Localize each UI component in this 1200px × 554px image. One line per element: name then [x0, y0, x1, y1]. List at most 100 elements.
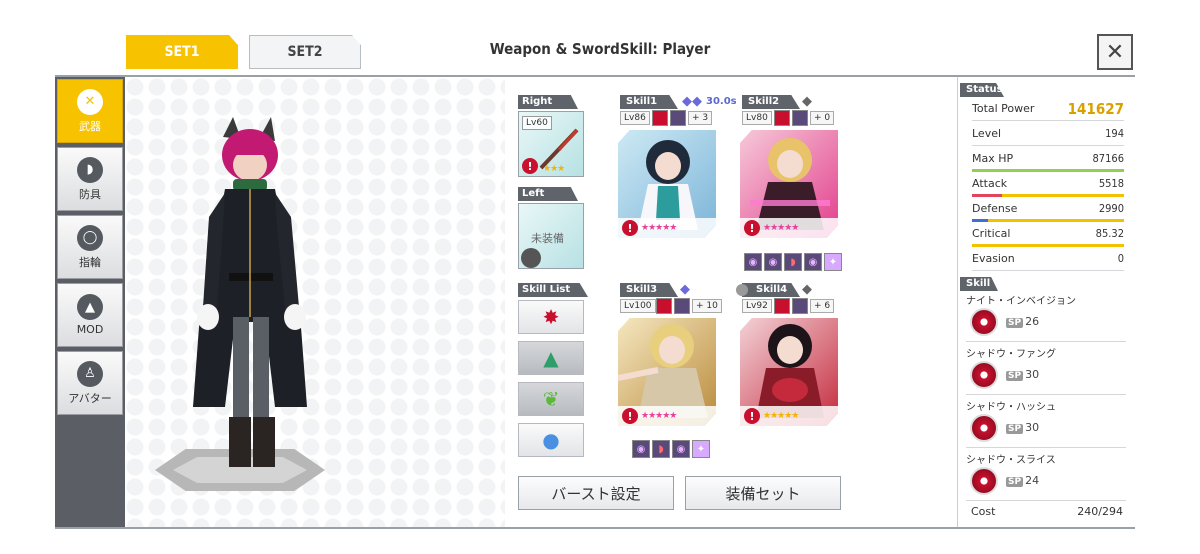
burst-settings-button[interactable]: バースト設定: [518, 476, 674, 510]
element-icon: [792, 298, 808, 314]
skill-tab-4: Skill4: [742, 283, 800, 297]
stat-value: 194: [1105, 127, 1124, 140]
gem-icon: ◉: [744, 253, 762, 271]
stat-value: 87166: [1092, 152, 1124, 165]
skill-plus: + 10: [692, 299, 722, 313]
skill-card-2[interactable]: ! ★★★★★: [740, 130, 838, 238]
stat-label: Attack: [972, 177, 1008, 190]
stat-row-level: Level 194: [972, 122, 1124, 146]
stat-row-max-hp: Max HP 87166: [972, 147, 1124, 171]
crystal-icon: ◆: [680, 282, 690, 297]
skill-list-item-2[interactable]: ▲: [518, 341, 584, 375]
skill-plus: + 0: [810, 111, 835, 125]
equip-set-button[interactable]: 装備セット: [685, 476, 841, 510]
info-icon: !: [622, 408, 638, 424]
skill-icon[interactable]: [970, 361, 998, 389]
skill-list-label: Skill List: [518, 283, 588, 297]
sidebar-item-label: 指輪: [79, 255, 101, 269]
skill-timer: 30.0s: [706, 96, 737, 107]
skill-card-3[interactable]: ! ★★★★★: [618, 318, 716, 426]
sidebar-item-label: MOD: [76, 323, 104, 336]
mod-icon: ▲: [77, 294, 103, 320]
skill-list-item-4[interactable]: ●: [518, 423, 584, 457]
divider: [55, 527, 1135, 529]
tab-set1[interactable]: SET1: [126, 35, 238, 69]
rarity-bar: ! ★★★★★: [618, 406, 716, 426]
gem-icon: ◉: [804, 253, 822, 271]
element-icon: [674, 298, 690, 314]
skill-icon[interactable]: [970, 414, 998, 442]
skill-level: Lv80: [742, 111, 772, 125]
left-weapon-slot[interactable]: 未装備: [518, 203, 584, 269]
gem-icon: ✦: [824, 253, 842, 271]
sidebar-item-armor[interactable]: ◗ 防具: [57, 147, 123, 211]
rarity-stars: ★★★★★: [763, 223, 799, 233]
sidebar-item-ring[interactable]: ◯ 指輪: [57, 215, 123, 279]
equipment-screen: SET1 SET2 Weapon & SwordSkill: Player ✕ …: [0, 0, 1200, 554]
skill-icon[interactable]: [970, 308, 998, 336]
sidebar-item-avatar[interactable]: ♙ アバター: [57, 351, 123, 415]
stat-row-evasion: Evasion 0: [972, 247, 1124, 271]
rarity-stars: ★★★: [543, 164, 565, 174]
stat-value: 0: [1117, 252, 1124, 265]
right-weapon-slot[interactable]: Lv60 ! ★★★: [518, 111, 584, 177]
left-weapon-label: Left: [518, 187, 578, 201]
skill-name: シャドウ・スライス: [966, 455, 1056, 466]
cost-value: 240/294: [1077, 505, 1123, 518]
skill-list-item-3[interactable]: ❦: [518, 382, 584, 416]
sidebar-item-label: 防具: [79, 187, 101, 201]
wing-emblem-icon: ❦: [542, 387, 560, 411]
skill-sp: SP 30: [1006, 368, 1040, 381]
tab-set2[interactable]: SET2: [249, 35, 361, 69]
skill-card-1[interactable]: ! ★★★★★: [618, 130, 716, 238]
stat-label: Evasion: [972, 252, 1015, 265]
skill-level: Lv86: [620, 111, 650, 125]
skill-header: Skill: [960, 277, 998, 291]
sidebar-item-label: アバター: [68, 391, 112, 405]
gem-icon: ◉: [632, 440, 650, 458]
character-viewer[interactable]: [125, 77, 505, 528]
stat-row-critical: Critical 85.32: [972, 222, 1124, 246]
total-power-row: Total Power 141627: [972, 97, 1124, 121]
close-button[interactable]: ✕: [1097, 34, 1133, 70]
skill-card-4[interactable]: ! ★★★★★: [740, 318, 838, 426]
gem-icon: ◉: [672, 440, 690, 458]
crystal-icon: ◆: [802, 282, 812, 297]
ring-icon: ◯: [77, 224, 103, 251]
crystal-icon: ◆◆: [682, 94, 702, 109]
skill-plus: + 6: [810, 299, 835, 313]
unequipped-text: 未装備: [531, 232, 564, 245]
player-character: [193, 117, 307, 467]
skill-list-item-1[interactable]: ✸: [518, 300, 584, 334]
status-header: Status: [960, 83, 1004, 97]
skill-plus: + 3: [688, 111, 713, 125]
sidebar-item-mod[interactable]: ▲ MOD: [57, 283, 123, 347]
skill-sp: SP 26: [1006, 315, 1040, 328]
right-weapon-label: Right: [518, 95, 578, 109]
category-sidebar: ✕ 武器 ◗ 防具 ◯ 指輪 ▲ MOD ♙ アバター: [55, 77, 125, 528]
gem-icon: ◗: [784, 253, 802, 271]
skill-level: Lv100: [620, 299, 656, 313]
skill-tab-1: Skill1: [620, 95, 678, 109]
divider: [966, 341, 1126, 342]
lock-icon: [736, 284, 748, 296]
page-title: Weapon & SwordSkill: Player: [489, 40, 711, 58]
cost-label: Cost: [971, 505, 996, 518]
element-icon: [774, 110, 790, 126]
skill-name: ナイト・インベイジョン: [966, 296, 1076, 307]
close-icon: ✕: [1105, 39, 1125, 65]
element-icon: [656, 298, 672, 314]
sidebar-item-weapon[interactable]: ✕ 武器: [57, 79, 123, 143]
stat-row-attack: Attack 5518: [972, 172, 1124, 196]
gem-icon: ◗: [652, 440, 670, 458]
skill-tab-3: Skill3: [620, 283, 678, 297]
info-icon: !: [622, 220, 638, 236]
element-icon: [670, 110, 686, 126]
skill-gems-2: ◉ ◉ ◗ ◉ ✦: [744, 253, 842, 271]
crystal-icon: ◆: [802, 94, 812, 109]
stat-label: Max HP: [972, 152, 1014, 165]
skill-icon[interactable]: [970, 467, 998, 495]
divider: [966, 447, 1126, 448]
skill-sp: SP 24: [1006, 474, 1040, 487]
stat-value: 5518: [1098, 177, 1124, 190]
